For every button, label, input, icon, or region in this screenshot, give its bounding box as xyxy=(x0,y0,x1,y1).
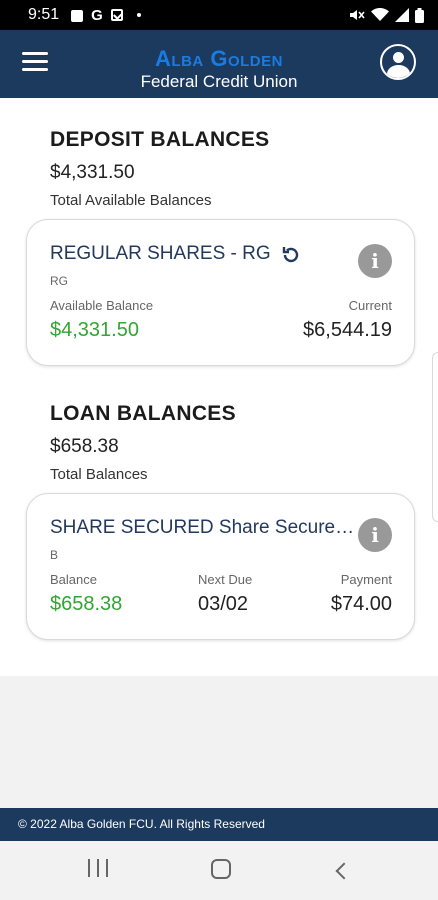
copyright-text: © 2022 Alba Golden FCU. All Rights Reser… xyxy=(18,817,265,831)
next-due-value: 03/02 xyxy=(198,593,249,615)
current-balance-value: $6,544.19 xyxy=(303,319,392,341)
mute-icon xyxy=(350,10,365,20)
checkbox-icon xyxy=(110,9,123,21)
account-name: REGULAR SHARES - RG xyxy=(50,243,271,264)
home-button[interactable] xyxy=(211,859,231,879)
profile-button[interactable] xyxy=(380,44,416,80)
battery-icon xyxy=(415,7,424,23)
app-header: Alba Golden Federal Credit Union xyxy=(0,30,438,98)
account-card-share-secured[interactable]: SHARE SECURED Share Secured Loan B i Bal… xyxy=(26,493,415,640)
loan-balance-value: $658.38 xyxy=(50,593,123,615)
dot-icon xyxy=(136,13,141,17)
available-balance-value: $4,331.50 xyxy=(50,319,139,341)
wifi-icon xyxy=(371,8,389,21)
footer: © 2022 Alba Golden FCU. All Rights Reser… xyxy=(0,808,438,841)
recents-button[interactable] xyxy=(88,859,108,877)
loan-account-name: SHARE SECURED Share Secured Loan xyxy=(50,517,356,538)
account-code: RG xyxy=(50,274,68,288)
loan-account-code: B xyxy=(50,548,59,562)
payment-label: Payment xyxy=(340,572,392,587)
google-icon: G xyxy=(91,6,103,24)
deposit-total: $4,331.50 xyxy=(50,162,135,183)
loan-section-title: LOAN BALANCES xyxy=(50,402,236,425)
deposit-caption: Total Available Balances xyxy=(50,192,212,209)
refresh-icon[interactable] xyxy=(281,245,301,265)
info-icon[interactable]: i xyxy=(358,244,392,278)
main-content: DEPOSIT BALANCES $4,331.50 Total Availab… xyxy=(0,98,438,676)
account-card-regular-shares[interactable]: REGULAR SHARES - RG RG i Available Balan… xyxy=(26,219,415,366)
brand-name: Alba Golden xyxy=(155,46,283,71)
brand-subtitle: Federal Credit Union xyxy=(140,72,298,91)
signal-icon xyxy=(395,8,409,22)
loan-total: $658.38 xyxy=(50,436,119,457)
loan-caption: Total Balances xyxy=(50,466,148,483)
deposit-section-title: DEPOSIT BALANCES xyxy=(50,128,270,151)
status-time: 9:51 xyxy=(28,6,60,23)
back-button[interactable] xyxy=(335,862,353,880)
brand-logo: Alba Golden Federal Credit Union xyxy=(0,48,438,92)
payment-value: $74.00 xyxy=(330,593,392,615)
side-drawer-handle[interactable] xyxy=(432,352,438,522)
system-nav-bar xyxy=(0,841,438,900)
current-balance-label: Current xyxy=(348,298,392,313)
available-balance-label: Available Balance xyxy=(50,298,154,313)
info-icon[interactable]: i xyxy=(358,518,392,552)
loan-balance-label: Balance xyxy=(50,572,97,587)
status-bar: 9:51 G xyxy=(0,0,438,30)
next-due-label: Next Due xyxy=(198,572,253,587)
shopping-bag-icon xyxy=(71,10,84,22)
